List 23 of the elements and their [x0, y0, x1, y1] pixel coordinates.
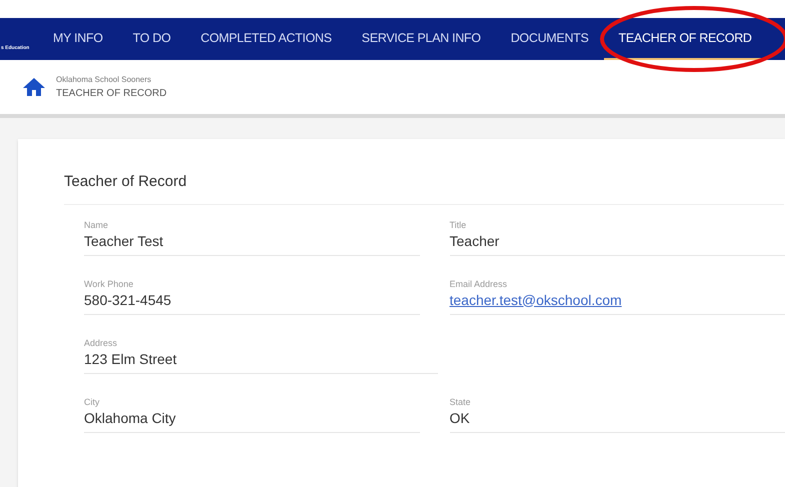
breadcrumb-current: TEACHER OF RECORD — [56, 86, 167, 100]
field-label: Work Phone — [84, 278, 134, 290]
home-icon[interactable] — [22, 77, 46, 97]
field-value: Teacher Test — [84, 232, 164, 250]
field-label: Address — [84, 336, 118, 348]
field-label: City — [84, 396, 100, 408]
field-label: Email Address — [450, 278, 508, 290]
card-title: Teacher of Record — [64, 171, 784, 204]
field-value: OK — [450, 408, 471, 428]
breadcrumb-parent[interactable]: Oklahoma School Sooners — [56, 74, 167, 86]
nav-tab[interactable]: SERVICE PLAN INFO — [346, 18, 496, 60]
field-label: State — [450, 396, 472, 408]
field-label: Name — [84, 218, 110, 230]
field-value: Teacher — [450, 232, 500, 250]
field-value: Oklahoma City — [84, 408, 177, 428]
nav-tab[interactable]: DOCUMENTS — [496, 18, 604, 60]
nav-tab[interactable]: COMPLETED ACTIONS — [186, 18, 347, 60]
field-value: 580-321-4545 — [84, 290, 172, 310]
email-link[interactable]: teacher.test@okschool.com — [450, 290, 622, 310]
nav-tab[interactable]: MY INFO — [38, 18, 118, 60]
field-value: 123 Elm Street — [84, 350, 178, 368]
nav-tab[interactable]: TO DO — [118, 18, 186, 60]
field-label: Title — [450, 218, 468, 230]
